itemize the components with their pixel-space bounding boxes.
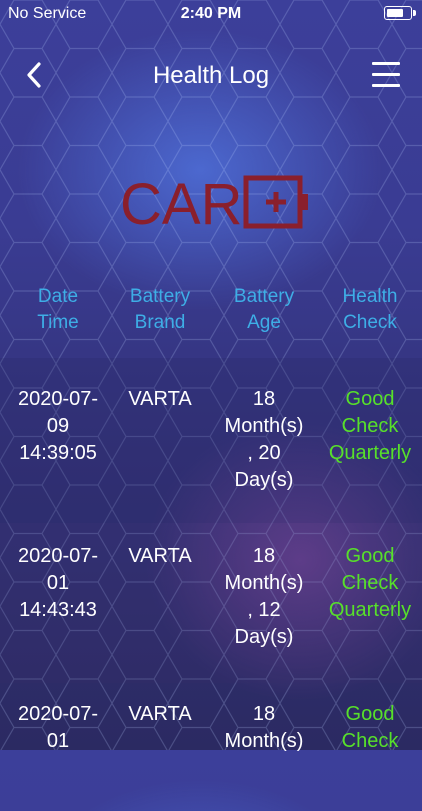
battery-icon: [384, 6, 416, 20]
row-health-status: Good Check: [341, 703, 399, 752]
row-age: 18 Month(s): [224, 703, 304, 752]
header-date-time: Date Time: [37, 286, 79, 333]
row-brand: VARTA: [128, 388, 192, 410]
table-row[interactable]: 2020-07- 01 VARTA 18 Month(s) Good Check: [0, 683, 422, 763]
row-date-time: 2020-07- 01: [17, 703, 99, 752]
table-header: Date Time Battery Brand Battery Age Health C…: [0, 284, 422, 344]
svg-text:CAR: CAR: [120, 172, 242, 232]
row-health-status: Good Check Quarterly: [328, 388, 412, 464]
row-date-time: 2020-07- 09 14:39:05: [17, 388, 99, 464]
clock: 2:40 PM: [180, 5, 242, 22]
row-brand: VARTA: [128, 703, 192, 725]
car-logo: CAR: [120, 172, 308, 232]
header-battery-brand: Battery Brand: [129, 286, 191, 333]
header-health-check: Health Check: [342, 286, 398, 333]
row-age: 18 Month(s), 12 Day(s): [224, 545, 304, 648]
nav-bar: Health Log: [0, 48, 422, 104]
status-bar: No Service 2:40 PM: [0, 0, 422, 28]
row-date-time: 2020-07- 01 14:43:43: [17, 545, 99, 621]
page-title: Health Log: [152, 62, 270, 89]
hamburger-menu-icon[interactable]: [372, 62, 400, 88]
table-row[interactable]: 2020-07- 09 14:39:05 VARTA 18 Month(s), 20 D…: [0, 358, 422, 523]
header-battery-age: Battery Age: [233, 286, 295, 333]
row-brand: VARTA: [128, 545, 192, 567]
row-health-status: Good Check Quarterly: [328, 545, 412, 621]
table-row[interactable]: 2020-07- 01 14:43:43 VARTA 18 Month(s), 12 D…: [0, 523, 422, 683]
row-age: 18 Month(s), 20 Day(s): [224, 388, 304, 491]
